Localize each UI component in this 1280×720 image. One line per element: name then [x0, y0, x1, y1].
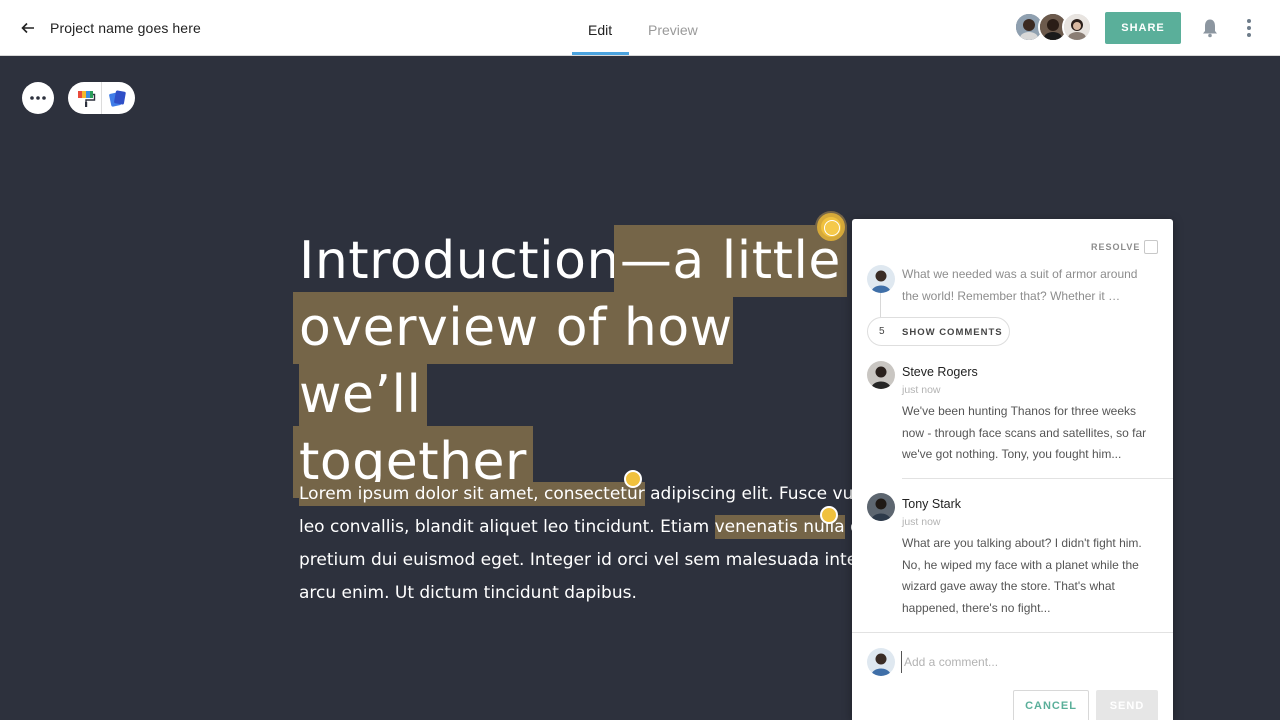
comment-count: 5 — [879, 326, 885, 337]
comment-divider — [902, 478, 1173, 479]
comment-time: just now — [902, 516, 941, 528]
avatar — [867, 361, 895, 389]
heading-text: Introduction — [299, 231, 620, 291]
resolve-label: RESOLVE — [1091, 242, 1141, 252]
avatar — [867, 265, 895, 293]
tab-edit[interactable]: Edit — [588, 22, 612, 38]
show-comments-button[interactable]: 5 SHOW COMMENTS — [867, 317, 1010, 346]
kebab-menu-icon[interactable] — [1244, 17, 1254, 39]
paragraph-text: leo convallis, blandit aliquet leo tinci… — [299, 517, 715, 537]
comment-body: What are you talking about? I didn't fig… — [902, 536, 1142, 615]
comment-time: just now — [902, 384, 941, 396]
avatar[interactable] — [1062, 12, 1092, 42]
cancel-button[interactable]: CANCEL — [1013, 690, 1089, 720]
comment-preview[interactable]: What we needed was a suit of armor aroun… — [902, 263, 1152, 307]
paint-roller-icon[interactable] — [76, 88, 96, 108]
back-arrow-icon[interactable] — [20, 20, 36, 36]
tool-divider — [101, 82, 102, 114]
top-bar: Project name goes here Edit Preview SHAR… — [0, 0, 1280, 56]
document-paragraph[interactable]: Lorem ipsum dolor sit amet, consectetur … — [299, 478, 875, 610]
paragraph-text: adipiscing elit. Fusce vulp — [644, 484, 869, 504]
send-button[interactable]: SEND — [1096, 690, 1158, 720]
more-icon — [30, 96, 46, 100]
bell-icon[interactable] — [1201, 18, 1219, 38]
project-name[interactable]: Project name goes here — [50, 20, 201, 36]
share-button[interactable]: SHARE — [1105, 12, 1181, 44]
cards-icon[interactable] — [108, 88, 128, 108]
highlighted-heading-text[interactable]: —a little — [619, 231, 841, 291]
comment-body: We've been hunting Thanos for three week… — [902, 404, 1147, 461]
thread-line — [880, 293, 881, 319]
comment-marker[interactable] — [624, 470, 642, 488]
tool-switcher — [68, 82, 135, 114]
active-tab-indicator — [572, 52, 629, 55]
comment-author: Tony Stark — [902, 497, 962, 511]
avatar — [867, 493, 895, 521]
more-options-button[interactable] — [22, 82, 54, 114]
comment-author: Steve Rogers — [902, 365, 978, 379]
collaborator-avatars[interactable] — [1014, 12, 1094, 44]
comments-panel: RESOLVE What we needed was a suit of arm… — [852, 219, 1173, 720]
comment-input[interactable] — [901, 651, 1151, 673]
avatar — [867, 648, 895, 676]
tab-preview[interactable]: Preview — [648, 22, 698, 38]
highlighted-text[interactable]: Lorem ipsum dolor sit amet, consectetur — [299, 482, 645, 506]
resolve-checkbox[interactable] — [1144, 240, 1158, 254]
comment-marker[interactable] — [820, 506, 838, 524]
highlighted-heading-text[interactable]: overview of how we’ll — [299, 298, 733, 425]
show-comments-label: SHOW COMMENTS — [902, 327, 1003, 338]
comment-divider — [852, 632, 1173, 633]
paragraph-text: arcu enim. Ut dictum tincidunt dapibus. — [299, 583, 637, 603]
paragraph-text: pretium dui euismod eget. Integer id orc… — [299, 550, 875, 570]
document-heading[interactable]: Introduction—a little overview of how we… — [299, 228, 859, 496]
comment-marker-active[interactable] — [817, 213, 845, 241]
